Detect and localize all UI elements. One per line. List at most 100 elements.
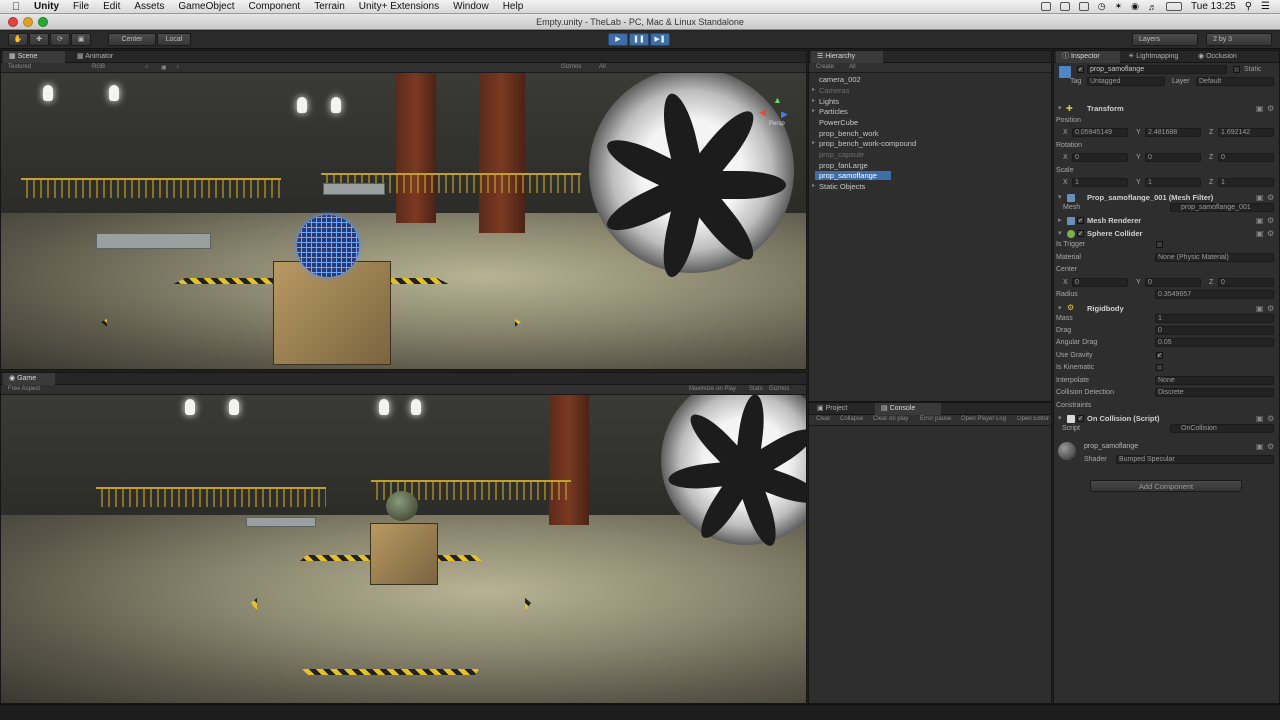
- move-tool-button[interactable]: ✚: [29, 33, 49, 46]
- hand-tool-button[interactable]: ✋: [8, 33, 28, 46]
- scale-tool-button[interactable]: ▣: [71, 33, 91, 46]
- layout-dropdown[interactable]: 2 by 3: [1206, 33, 1272, 46]
- use-gravity-checkbox[interactable]: ✓: [1156, 352, 1163, 359]
- add-component-button[interactable]: Add Component: [1090, 480, 1242, 492]
- gear-icon[interactable]: ⚙: [1267, 217, 1274, 225]
- render-mode-dropdown[interactable]: Textured: [8, 64, 31, 70]
- aspect-dropdown[interactable]: Free Aspect: [8, 386, 40, 392]
- open-player-log-button[interactable]: Open Player Log: [961, 416, 1006, 422]
- hierarchy-item-camera-002[interactable]: camera_002: [819, 75, 861, 84]
- help-icon[interactable]: ▣: [1256, 217, 1264, 225]
- hierarchy-item-powercube[interactable]: PowerCube: [819, 118, 858, 127]
- scale-x-field[interactable]: 1: [1072, 178, 1128, 187]
- gear-icon[interactable]: ⚙: [1267, 194, 1274, 202]
- z-axis-icon[interactable]: ▶: [781, 109, 788, 120]
- hierarchy-item-prop-samoflange-selected[interactable]: prop_samoflange: [815, 171, 891, 180]
- script-field[interactable]: OnCollision: [1170, 424, 1274, 433]
- foldout-arrow-icon[interactable]: ▾: [1058, 104, 1062, 112]
- help-icon[interactable]: ▣: [1256, 105, 1264, 113]
- transform-header[interactable]: Transform: [1054, 103, 1278, 115]
- maximize-on-play-toggle[interactable]: Maximize on Play: [689, 386, 736, 392]
- tab-lightmapping[interactable]: ☀ Lightmapping: [1122, 51, 1192, 63]
- hierarchy-item-prop-fanlarge[interactable]: prop_fanLarge: [819, 161, 868, 170]
- zoom-window-button[interactable]: [38, 17, 48, 27]
- layers-dropdown[interactable]: Layers: [1132, 33, 1198, 46]
- volume-icon[interactable]: ♬: [1148, 2, 1157, 12]
- scale-z-field[interactable]: 1: [1218, 178, 1274, 187]
- notification-icon[interactable]: ☰: [1261, 1, 1270, 12]
- hierarchy-item-prop-bench-work-compound[interactable]: prop_bench_work-compound: [812, 139, 916, 148]
- battery-icon[interactable]: [1166, 2, 1183, 11]
- rotate-tool-button[interactable]: ⟳: [50, 33, 70, 46]
- tab-console[interactable]: ▤ Console: [875, 403, 941, 415]
- help-icon[interactable]: ▣: [1256, 305, 1264, 313]
- rotation-y-field[interactable]: 0: [1145, 153, 1201, 162]
- center-y-field[interactable]: 0: [1145, 278, 1201, 287]
- gear-icon[interactable]: ⚙: [1267, 305, 1274, 313]
- mass-field[interactable]: 1: [1155, 314, 1274, 323]
- console-clear-on-play-toggle[interactable]: Clear on play: [873, 416, 908, 422]
- menu-window[interactable]: Window: [453, 1, 489, 12]
- mesh-field[interactable]: prop_samoflange_001: [1170, 203, 1274, 212]
- tab-project[interactable]: ▣ Project: [811, 403, 869, 415]
- menu-unity[interactable]: Unity: [34, 1, 59, 12]
- active-checkbox[interactable]: ✓: [1077, 66, 1084, 73]
- scene-viewport[interactable]: ▲ ◀ ▶ Persp: [1, 73, 806, 369]
- tab-game[interactable]: ◉ Game: [3, 373, 55, 385]
- drag-field[interactable]: 0: [1155, 326, 1274, 335]
- game-gizmos-dropdown[interactable]: Gizmos: [769, 386, 789, 392]
- play-button[interactable]: ▶: [608, 33, 628, 46]
- mesh-renderer-enabled-checkbox[interactable]: ✓: [1077, 217, 1084, 224]
- console-error-pause-toggle[interactable]: Error pause: [920, 416, 951, 422]
- angular-drag-field[interactable]: 0.05: [1155, 338, 1274, 347]
- menu-assets[interactable]: Assets: [134, 1, 164, 12]
- foldout-arrow-icon[interactable]: ▾: [1058, 193, 1062, 201]
- hierarchy-search-input[interactable]: All: [849, 64, 856, 70]
- position-x-field[interactable]: 0.05945149: [1072, 128, 1128, 137]
- hierarchy-item-cameras[interactable]: Cameras: [812, 86, 850, 95]
- scene-gizmo[interactable]: ▲ ◀ ▶ Persp: [759, 95, 795, 131]
- help-icon[interactable]: ▣: [1256, 230, 1264, 238]
- gizmos-dropdown[interactable]: Gizmos: [561, 64, 581, 70]
- help-icon[interactable]: ▣: [1256, 443, 1264, 451]
- foldout-arrow-icon[interactable]: ▾: [1058, 229, 1062, 237]
- hierarchy-item-particles[interactable]: Particles: [812, 107, 848, 116]
- sphere-collider-header[interactable]: Sphere Collider: [1054, 228, 1278, 240]
- radius-field[interactable]: 0.3549657: [1155, 290, 1274, 299]
- scene-search-input[interactable]: All: [599, 64, 606, 70]
- menu-edit[interactable]: Edit: [103, 1, 120, 12]
- lighting-toggle-icon[interactable]: ▣: [161, 64, 167, 71]
- color-mode-dropdown[interactable]: RGB: [92, 64, 105, 70]
- pivot-center-button[interactable]: Center: [108, 33, 156, 46]
- hierarchy-item-static-objects[interactable]: Static Objects: [812, 182, 865, 191]
- pause-button[interactable]: ❚❚: [629, 33, 649, 46]
- wifi-icon[interactable]: ◉: [1131, 1, 1139, 12]
- shader-dropdown[interactable]: Bumped Specular: [1116, 455, 1274, 464]
- help-icon[interactable]: ▣: [1256, 194, 1264, 202]
- samoflange-sphere-selected[interactable]: [297, 215, 359, 277]
- spotlight-icon[interactable]: ⚲: [1245, 1, 1252, 12]
- tab-inspector[interactable]: ⓘ Inspector: [1056, 51, 1120, 63]
- gear-icon[interactable]: ⚙: [1267, 415, 1274, 423]
- hierarchy-create-dropdown[interactable]: Create: [816, 64, 834, 70]
- menu-component[interactable]: Component: [249, 1, 301, 12]
- is-kinematic-checkbox[interactable]: [1156, 364, 1163, 371]
- y-axis-icon[interactable]: ▲: [773, 95, 782, 105]
- object-name-field[interactable]: prop_samoflange: [1087, 65, 1227, 74]
- gear-icon[interactable]: ⚙: [1267, 443, 1274, 451]
- tab-hierarchy[interactable]: ☰ Hierarchy: [811, 51, 883, 63]
- center-z-field[interactable]: 0: [1218, 278, 1274, 287]
- tab-occlusion[interactable]: ◉ Occlusion: [1192, 51, 1252, 63]
- status-icon[interactable]: [1059, 2, 1070, 11]
- hierarchy-item-lights[interactable]: Lights: [812, 97, 839, 106]
- gear-icon[interactable]: ⚙: [1267, 230, 1274, 238]
- interpolate-dropdown[interactable]: None: [1155, 376, 1274, 385]
- foldout-arrow-icon[interactable]: ▸: [1058, 216, 1062, 224]
- layer-dropdown[interactable]: Default: [1196, 77, 1274, 86]
- foldout-arrow-icon[interactable]: ▾: [1058, 414, 1062, 422]
- open-editor-log-button[interactable]: Open Editor Log: [1017, 416, 1051, 422]
- 2d-toggle-icon[interactable]: ☼: [144, 64, 150, 70]
- script-enabled-checkbox[interactable]: ✓: [1077, 415, 1084, 422]
- menu-gameobject[interactable]: GameObject: [178, 1, 234, 12]
- static-checkbox[interactable]: [1233, 66, 1240, 73]
